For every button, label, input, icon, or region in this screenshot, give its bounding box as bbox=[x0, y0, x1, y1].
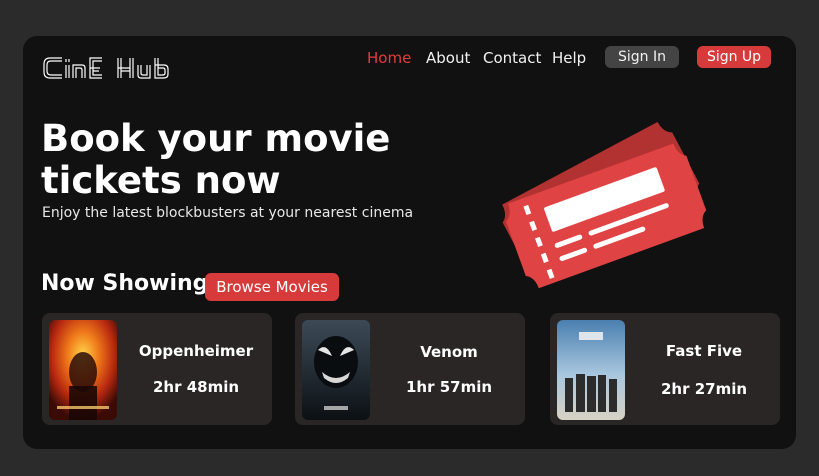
ticket-icon bbox=[502, 121, 707, 289]
nav-link-home[interactable]: Home bbox=[367, 48, 411, 68]
movie-info: Fast Five 2hr 27min bbox=[632, 313, 776, 425]
movie-runtime: 1hr 57min bbox=[405, 378, 493, 396]
app-window: Home About Contact Help Sign In Sign Up … bbox=[23, 36, 796, 449]
movie-title: Oppenheimer bbox=[138, 342, 254, 360]
movie-title: Venom bbox=[420, 343, 478, 361]
hero-subtitle: Enjoy the latest blockbusters at your ne… bbox=[42, 205, 414, 221]
sign-up-button[interactable]: Sign Up bbox=[697, 46, 771, 68]
hero-title-line2: tickets now bbox=[41, 159, 281, 202]
movie-runtime: 2hr 48min bbox=[152, 378, 240, 396]
movie-card-venom[interactable]: Venom 1hr 57min bbox=[295, 313, 525, 425]
movie-runtime: 2hr 27min bbox=[660, 380, 748, 398]
fast-five-poster bbox=[557, 320, 625, 420]
browse-movies-button[interactable]: Browse Movies bbox=[205, 273, 339, 301]
hero-title-line1: Book your movie bbox=[41, 117, 391, 160]
movie-info: Venom 1hr 57min bbox=[377, 313, 521, 425]
hero-title: Book your movie tickets now bbox=[41, 118, 461, 202]
nav-link-about[interactable]: About bbox=[426, 48, 470, 68]
oppenheimer-poster bbox=[49, 320, 117, 420]
sign-in-button[interactable]: Sign In bbox=[605, 46, 679, 68]
top-nav: Home About Contact Help Sign In Sign Up bbox=[23, 46, 796, 70]
now-showing-heading: Now Showing bbox=[41, 271, 209, 296]
movie-info: Oppenheimer 2hr 48min bbox=[124, 313, 268, 425]
nav-link-contact[interactable]: Contact bbox=[483, 48, 541, 68]
movie-card-fast-five[interactable]: Fast Five 2hr 27min bbox=[550, 313, 780, 425]
nav-link-help[interactable]: Help bbox=[552, 48, 586, 68]
venom-poster bbox=[302, 320, 370, 420]
movie-card-oppenheimer[interactable]: Oppenheimer 2hr 48min bbox=[42, 313, 272, 425]
movie-title: Fast Five bbox=[665, 342, 743, 360]
